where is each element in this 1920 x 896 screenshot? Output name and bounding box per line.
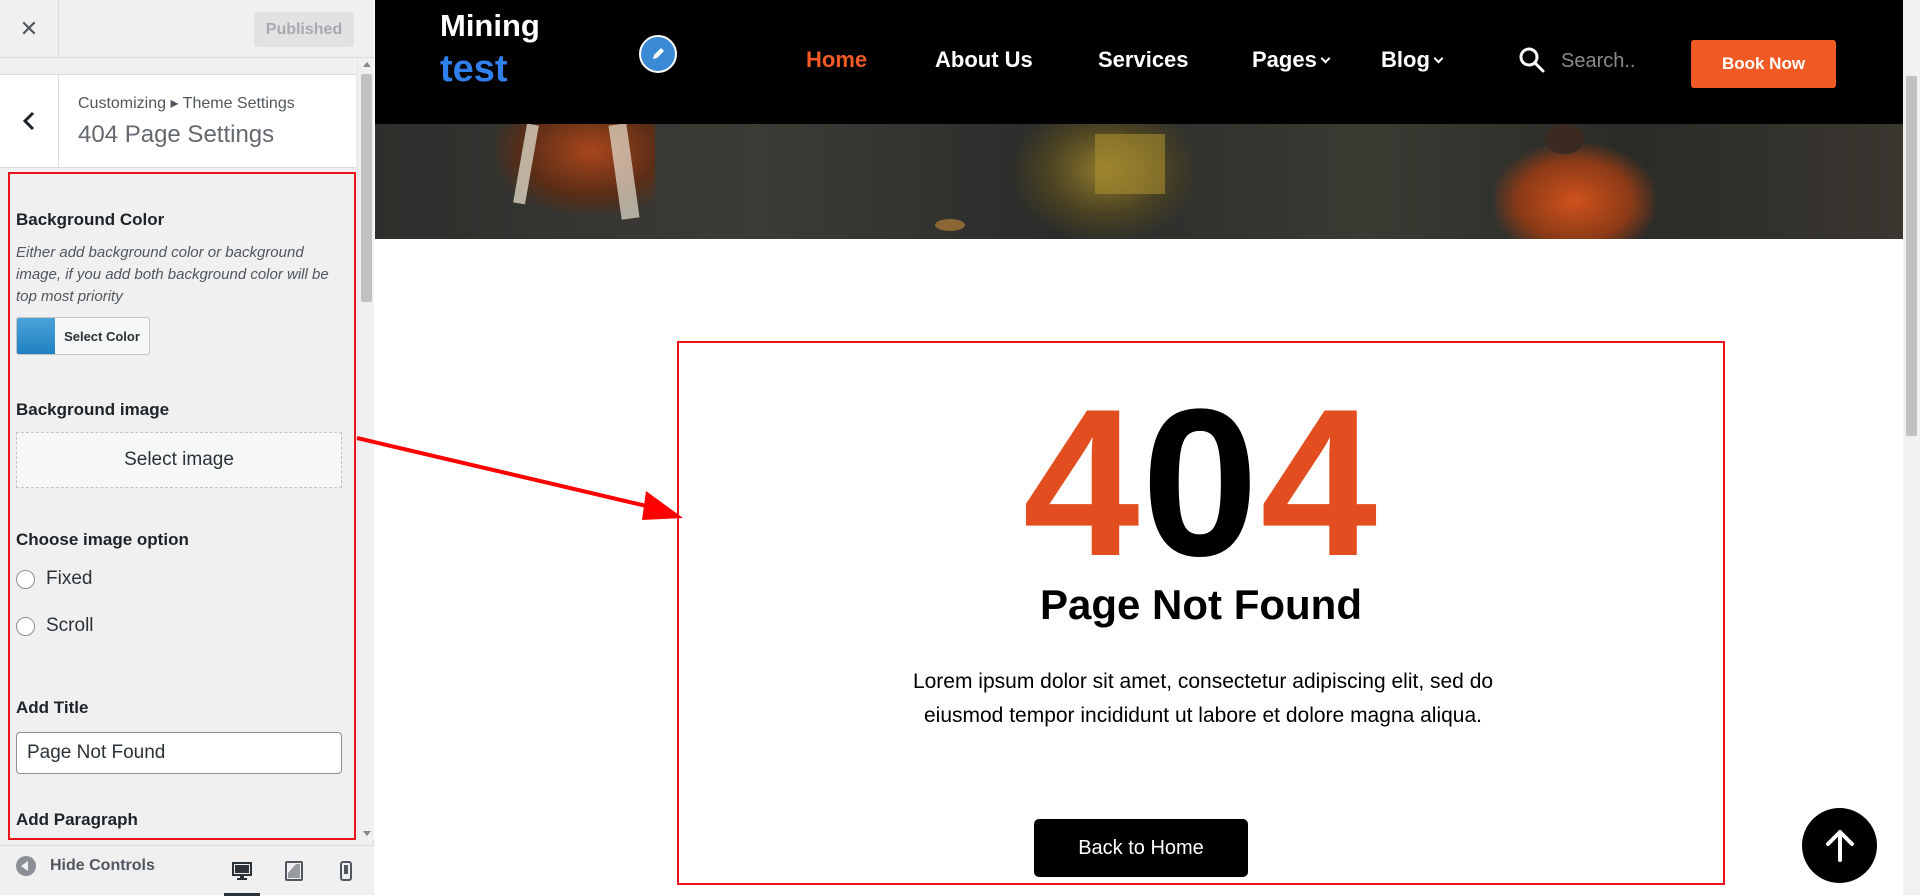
back-to-home-button[interactable]: Back to Home xyxy=(1034,819,1248,877)
site-logo-line2[interactable]: test xyxy=(440,48,508,91)
hero-banner-image xyxy=(375,124,1903,239)
title-input[interactable] xyxy=(16,732,342,774)
radio-button[interactable] xyxy=(16,616,35,636)
add-paragraph-title: Add Paragraph xyxy=(16,810,138,829)
edit-shortcut-button[interactable] xyxy=(639,35,677,73)
radio-scroll[interactable]: Scroll xyxy=(16,615,94,637)
preview-scrollbar[interactable] xyxy=(1903,0,1920,895)
not-found-section: 404 Page Not Found Lorem ipsum dolor sit… xyxy=(677,341,1725,885)
collapse-icon xyxy=(16,856,36,876)
error-digit: 0 xyxy=(1141,365,1261,600)
chevron-down-icon xyxy=(1433,53,1444,64)
breadcrumb: Customizing ▸ Theme Settings xyxy=(78,95,295,112)
site-logo-line1[interactable]: Mining xyxy=(440,8,540,44)
pencil-icon xyxy=(653,48,664,59)
mobile-icon xyxy=(340,861,352,881)
published-button[interactable]: Published xyxy=(254,12,354,47)
desktop-icon xyxy=(232,862,252,880)
hide-controls-label: Hide Controls xyxy=(50,857,155,874)
scroll-down-arrow[interactable] xyxy=(363,831,371,836)
hide-controls-button[interactable]: Hide Controls xyxy=(16,856,155,876)
site-header: Mining test Home About Us Services Pages… xyxy=(375,0,1903,124)
customizer-sidebar: ✕ Published Customizing ▸ Theme Settings… xyxy=(0,0,374,896)
nav-blog-label: Blog xyxy=(1381,47,1430,72)
close-icon: ✕ xyxy=(19,16,39,41)
scroll-to-top-button[interactable] xyxy=(1802,808,1877,883)
nav-services[interactable]: Services xyxy=(1098,47,1189,73)
not-found-title: Page Not Found xyxy=(1040,581,1362,628)
select-image-button[interactable]: Select image xyxy=(16,432,342,488)
scrollbar-thumb[interactable] xyxy=(361,74,372,302)
background-color-description: Either add background color or backgroun… xyxy=(16,244,329,305)
chevron-left-icon xyxy=(22,111,35,131)
close-customizer-button[interactable]: ✕ xyxy=(0,0,59,58)
background-image-title: Background image xyxy=(16,400,170,419)
search-input[interactable]: Search.. xyxy=(1561,50,1635,73)
chevron-down-icon xyxy=(1320,53,1331,64)
not-found-paragraph: Lorem ipsum dolor sit amet, consectetur … xyxy=(912,670,1494,727)
section-header: Customizing ▸ Theme Settings 404 Page Se… xyxy=(0,74,356,168)
preview-desktop-button[interactable] xyxy=(216,846,268,896)
nav-pages-label: Pages xyxy=(1252,47,1317,72)
scroll-up-arrow[interactable] xyxy=(363,62,371,67)
preview-tablet-button[interactable] xyxy=(268,846,320,896)
preview-mobile-button[interactable] xyxy=(320,846,372,896)
radio-button[interactable] xyxy=(16,569,35,589)
tablet-icon xyxy=(285,861,303,881)
search-icon[interactable] xyxy=(1518,46,1546,74)
controls-panel: Background Color Either add background c… xyxy=(8,172,356,840)
image-option-title: Choose image option xyxy=(16,530,189,549)
book-now-button[interactable]: Book Now xyxy=(1691,40,1836,88)
nav-home[interactable]: Home xyxy=(806,47,867,73)
error-code: 404 xyxy=(679,373,1723,593)
radio-label: Fixed xyxy=(46,568,93,589)
radio-fixed[interactable]: Fixed xyxy=(16,568,92,590)
arrow-up-icon xyxy=(1825,829,1854,862)
nav-pages[interactable]: Pages xyxy=(1252,47,1331,73)
customizer-footer: Hide Controls xyxy=(0,845,374,896)
nav-about-us[interactable]: About Us xyxy=(935,47,1033,73)
nav-blog[interactable]: Blog xyxy=(1381,47,1444,73)
color-swatch xyxy=(17,318,55,354)
customizer-top-bar: ✕ Published xyxy=(0,0,374,58)
error-digit: 4 xyxy=(1022,365,1142,600)
select-color-label: Select Color xyxy=(64,328,140,344)
add-title-title: Add Title xyxy=(16,698,89,717)
radio-label: Scroll xyxy=(46,615,94,636)
section-title: 404 Page Settings xyxy=(78,121,275,148)
back-button[interactable] xyxy=(0,75,59,167)
sidebar-scrollbar[interactable] xyxy=(357,58,374,840)
scrollbar-thumb[interactable] xyxy=(1906,76,1917,436)
error-digit: 4 xyxy=(1260,365,1380,600)
site-preview: Mining test Home About Us Services Pages… xyxy=(375,0,1920,895)
select-color-button[interactable]: Select Color xyxy=(16,317,150,355)
background-color-title: Background Color xyxy=(16,210,165,229)
